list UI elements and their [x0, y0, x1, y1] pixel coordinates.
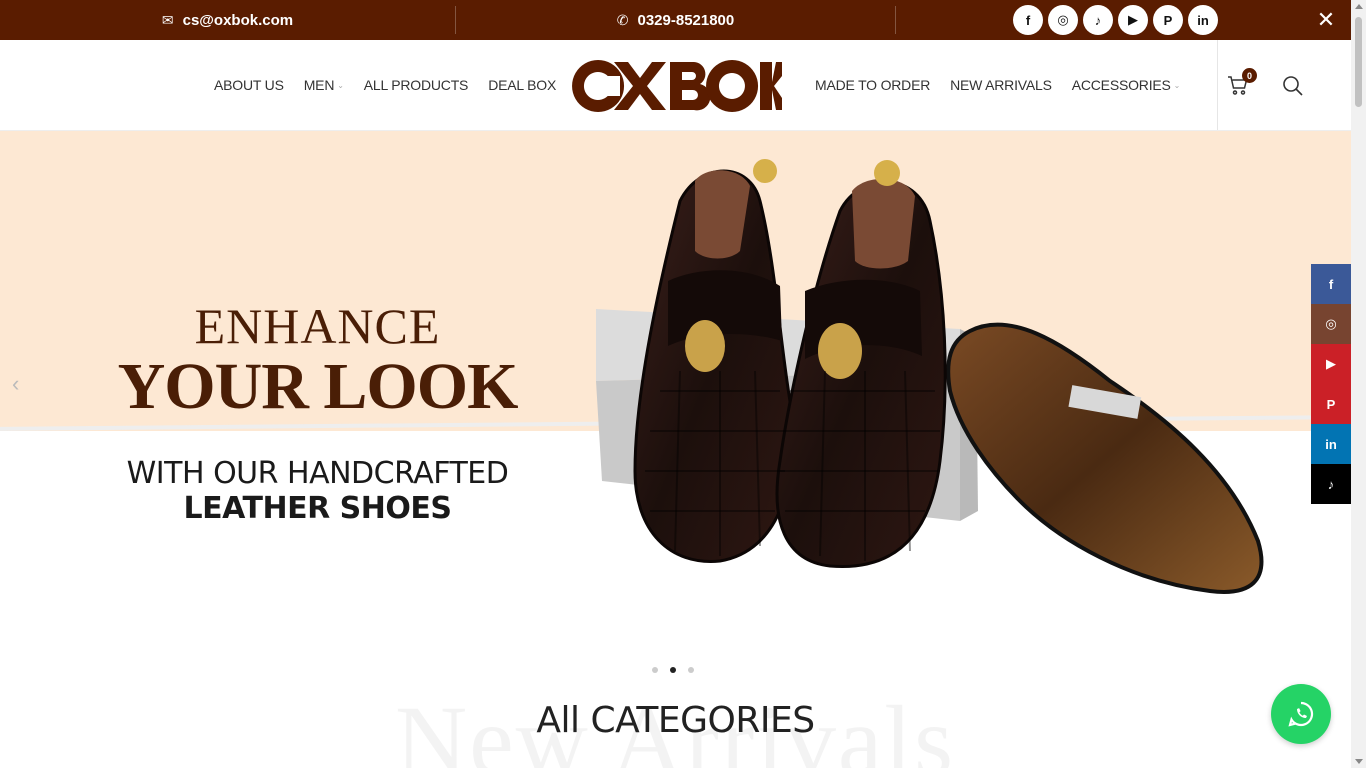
cart-button[interactable]: 0: [1227, 68, 1257, 96]
slider-dot-3[interactable]: [688, 667, 694, 673]
hero-line-leather-shoes: LEATHER SHOES: [183, 490, 452, 526]
instagram-icon[interactable]: ◎: [1048, 5, 1078, 35]
nav-men[interactable]: MEN ⌄: [304, 77, 344, 93]
facebook-icon[interactable]: f: [1311, 264, 1351, 304]
whatsapp-icon: [1288, 701, 1314, 727]
nav-new-arrivals[interactable]: NEW ARRIVALS: [950, 77, 1052, 93]
header-divider: [1217, 40, 1218, 130]
primary-nav-right: MADE TO ORDER NEW ARRIVALS ACCESSORIES ⌄: [815, 40, 1180, 130]
slider-prev-icon[interactable]: ‹: [12, 371, 19, 397]
close-icon[interactable]: ✕: [1316, 8, 1336, 32]
phone-icon: ✆: [616, 11, 629, 28]
topbar-social: f ◎ ♪ ▶ P in: [1013, 5, 1218, 35]
slider-dots: [652, 667, 694, 673]
scrollbar-thumb[interactable]: [1355, 17, 1362, 107]
instagram-icon[interactable]: ◎: [1311, 304, 1351, 344]
email-text: cs@oxbok.com: [182, 11, 294, 29]
scroll-up-icon[interactable]: [1355, 4, 1363, 9]
nav-accessories[interactable]: ACCESSORIES ⌄: [1072, 77, 1181, 93]
tiktok-icon[interactable]: ♪: [1083, 5, 1113, 35]
hero-line-handcrafted: WITH OUR HANDCRAFTED: [126, 455, 509, 491]
nav-all-products[interactable]: ALL PRODUCTS: [364, 77, 469, 93]
chevron-down-icon: ⌄: [1173, 80, 1181, 90]
scroll-down-icon[interactable]: [1355, 759, 1363, 764]
floating-social-bar: f ◎ ▶ P in ♪: [1311, 264, 1351, 504]
phone-link[interactable]: ✆ 0329-8521800: [456, 0, 895, 40]
envelope-icon: ✉: [161, 11, 174, 28]
youtube-icon[interactable]: ▶: [1118, 5, 1148, 35]
top-bar: ✉ cs@oxbok.com ✆ 0329-8521800 f ◎ ♪ ▶ P …: [0, 0, 1351, 40]
email-link[interactable]: ✉ cs@oxbok.com: [0, 0, 455, 40]
search-icon: [1283, 76, 1303, 96]
search-button[interactable]: [1282, 75, 1304, 97]
topbar-divider: [895, 6, 896, 34]
nav-about-us[interactable]: ABOUT US: [214, 77, 284, 93]
slider-dot-1[interactable]: [652, 667, 658, 673]
linkedin-icon[interactable]: in: [1188, 5, 1218, 35]
linkedin-icon[interactable]: in: [1311, 424, 1351, 464]
nav-deal-box[interactable]: DEAL BOX: [488, 77, 556, 93]
facebook-icon[interactable]: f: [1013, 5, 1043, 35]
hero-line-enhance: ENHANCE: [194, 298, 441, 354]
hero-text: ENHANCE YOUR LOOK WITH OUR HANDCRAFTED L…: [100, 301, 535, 526]
slider-dot-2[interactable]: [670, 667, 676, 673]
page-scrollbar[interactable]: [1351, 0, 1366, 768]
primary-nav-left: ABOUT US MEN ⌄ ALL PRODUCTS DEAL BOX: [214, 40, 556, 130]
main-header: ABOUT US MEN ⌄ ALL PRODUCTS DEAL BOX MADE…: [0, 40, 1351, 131]
chevron-down-icon: ⌄: [337, 80, 344, 90]
pinterest-icon[interactable]: P: [1311, 384, 1351, 424]
phone-text: 0329-8521800: [637, 11, 735, 29]
youtube-icon[interactable]: ▶: [1311, 344, 1351, 384]
hero-line-your-look: YOUR LOOK: [117, 350, 519, 423]
section-title: All CATEGORIES: [536, 700, 815, 741]
leather-shoes-image: [596, 159, 1264, 594]
cart-count-badge: 0: [1242, 68, 1257, 83]
whatsapp-button[interactable]: [1271, 684, 1331, 744]
pinterest-icon[interactable]: P: [1153, 5, 1183, 35]
nav-made-to-order[interactable]: MADE TO ORDER: [815, 77, 930, 93]
hero-slider[interactable]: ‹ ENHANCE YOUR LOOK WITH OUR HANDCRAFTED…: [0, 131, 1351, 651]
tiktok-icon[interactable]: ♪: [1311, 464, 1351, 504]
oxbok-logo[interactable]: [570, 58, 782, 114]
